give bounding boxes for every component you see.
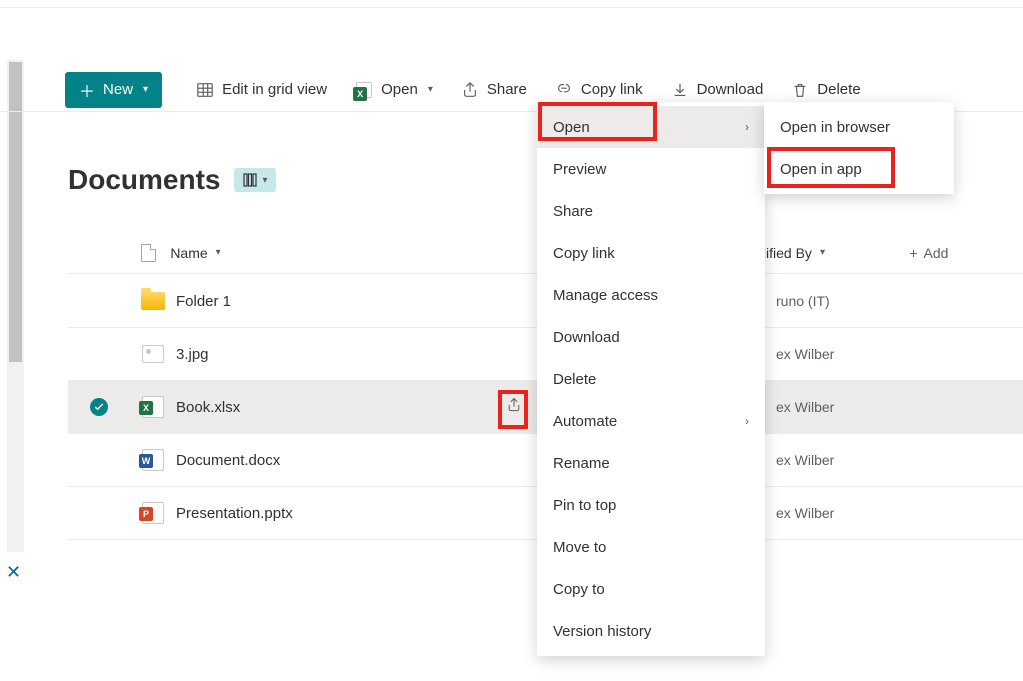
delete-label: Delete [817, 81, 860, 98]
context-menu-item-label: Delete [553, 371, 596, 388]
open-label: Open [381, 81, 418, 98]
submenu-item-label: Open in browser [780, 119, 890, 136]
new-button[interactable]: ＋ New ▾ [65, 72, 162, 108]
file-name[interactable]: Book.xlsx [176, 399, 506, 416]
context-menu-item[interactable]: Automate › [537, 400, 765, 442]
library-header: Documents ▾ [68, 164, 276, 196]
excel-icon [355, 81, 373, 99]
doc-icon [142, 449, 164, 471]
context-menu-item-label: Version history [553, 623, 651, 640]
trash-icon [791, 81, 809, 99]
img-icon [142, 345, 164, 363]
context-menu-item-label: Preview [553, 161, 606, 178]
context-menu-item-label: Download [553, 329, 620, 346]
file-name[interactable]: Folder 1 [176, 293, 506, 310]
download-label: Download [697, 81, 764, 98]
context-menu-item-label: Automate [553, 413, 617, 430]
context-menu-item-label: Copy to [553, 581, 605, 598]
chevron-down-icon: ▾ [428, 84, 433, 95]
file-name[interactable]: 3.jpg [176, 346, 506, 363]
context-menu-item[interactable]: Version history [537, 610, 765, 652]
modified-by-cell: ex Wilber [776, 452, 956, 468]
link-icon [555, 81, 573, 99]
chevron-right-icon: › [745, 414, 749, 428]
submenu-item[interactable]: Open in browser [764, 106, 954, 148]
context-menu-item-label: Move to [553, 539, 606, 556]
chevron-down-icon: ▾ [216, 247, 221, 258]
file-name[interactable]: Presentation.pptx [176, 505, 506, 522]
context-menu-item[interactable]: Copy to [537, 568, 765, 610]
edit-grid-label: Edit in grid view [222, 81, 327, 98]
open-submenu: Open in browser Open in app [764, 102, 954, 194]
context-menu-item[interactable]: Copy link [537, 232, 765, 274]
new-button-label: New [103, 81, 133, 98]
view-icon [242, 172, 258, 188]
context-menu-item[interactable]: Pin to top [537, 484, 765, 526]
name-column-header[interactable]: Name ▾ [170, 245, 483, 261]
share-icon[interactable] [506, 397, 522, 417]
context-menu-item[interactable]: Rename [537, 442, 765, 484]
plus-icon: + [909, 245, 917, 261]
context-menu: Open › Preview Share Copy link Manage access D… [537, 102, 765, 656]
copy-link-label: Copy link [581, 81, 643, 98]
context-menu-item[interactable]: Share [537, 190, 765, 232]
context-menu-item-label: Pin to top [553, 497, 616, 514]
context-menu-item[interactable]: Preview [537, 148, 765, 190]
context-menu-item[interactable]: Open › [537, 106, 765, 148]
chevron-down-icon: ▾ [820, 247, 825, 258]
modified-by-cell: runo (IT) [776, 293, 956, 309]
grid-icon [196, 81, 214, 99]
context-menu-item[interactable]: Move to [537, 526, 765, 568]
chevron-down-icon: ▾ [262, 175, 267, 186]
submenu-item-label: Open in app [780, 161, 862, 178]
name-header-label: Name [170, 245, 207, 261]
context-menu-item-label: Manage access [553, 287, 658, 304]
share-button[interactable]: Share [447, 68, 541, 112]
view-selector[interactable]: ▾ [234, 168, 275, 192]
row-selected-check-icon[interactable] [90, 398, 108, 416]
context-menu-item-label: Open [553, 119, 590, 136]
chevron-down-icon: ▾ [143, 84, 148, 95]
context-menu-item-label: Share [553, 203, 593, 220]
close-panel-icon[interactable]: ✕ [6, 562, 21, 583]
context-menu-item[interactable]: Manage access [537, 274, 765, 316]
xls-icon [142, 396, 164, 418]
edit-grid-button[interactable]: Edit in grid view [182, 68, 341, 112]
download-icon [671, 81, 689, 99]
modified-by-cell: ex Wilber [776, 399, 956, 415]
plus-icon: ＋ [79, 78, 95, 102]
ppt-icon [142, 502, 164, 524]
document-icon [141, 244, 156, 262]
context-menu-item[interactable]: Download [537, 316, 765, 358]
top-divider [0, 7, 1023, 8]
modified-by-cell: ex Wilber [776, 346, 956, 362]
modified-by-cell: ex Wilber [776, 505, 956, 521]
share-icon [461, 81, 479, 99]
file-name[interactable]: Document.docx [176, 452, 506, 469]
submenu-item[interactable]: Open in app [764, 148, 954, 190]
folder-icon [141, 292, 165, 310]
share-label: Share [487, 81, 527, 98]
open-button[interactable]: Open ▾ [341, 68, 447, 112]
add-column-button[interactable]: + Add [909, 245, 1023, 261]
context-menu-item-label: Copy link [553, 245, 615, 262]
file-type-column-header[interactable] [127, 244, 171, 262]
context-menu-item[interactable]: Delete [537, 358, 765, 400]
context-menu-item-label: Rename [553, 455, 610, 472]
library-title: Documents [68, 164, 220, 196]
add-column-label: Add [924, 245, 949, 261]
chevron-right-icon: › [745, 120, 749, 134]
